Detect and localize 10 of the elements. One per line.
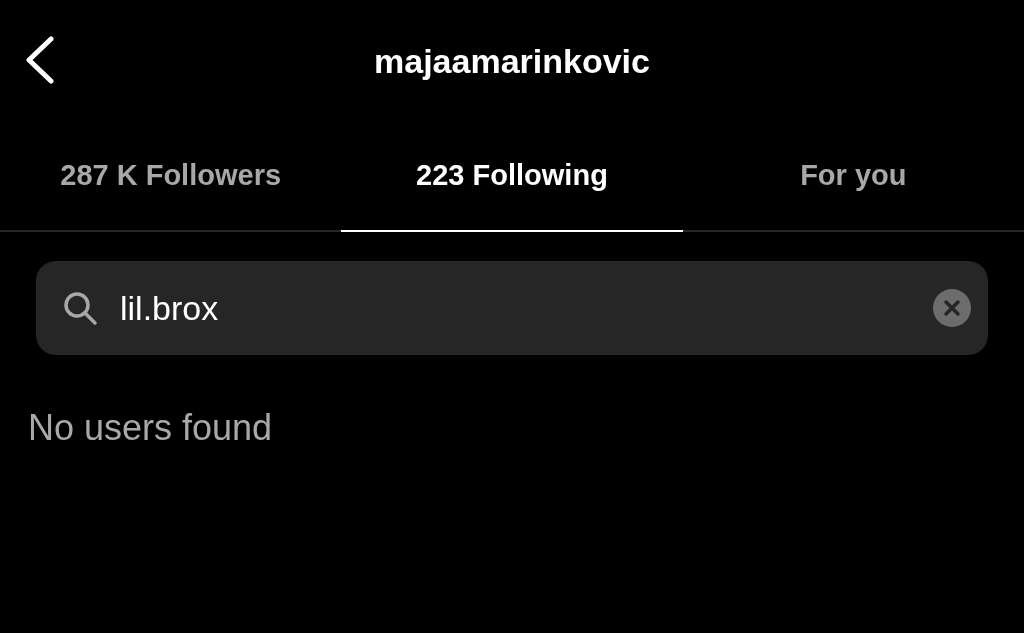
tab[interactable]: 287 K Followers [0,122,342,232]
search-icon [62,290,98,326]
search-field[interactable]: lil.brox [36,261,988,355]
clear-icon[interactable] [933,289,971,327]
profile-username: majaamarinkovic [374,41,650,81]
back-icon[interactable] [23,36,55,84]
tab[interactable]: For you [682,122,1024,232]
empty-message: No users found [28,407,274,449]
tab[interactable]: 223 Following [341,122,683,232]
search-input[interactable]: lil.brox [120,288,911,328]
